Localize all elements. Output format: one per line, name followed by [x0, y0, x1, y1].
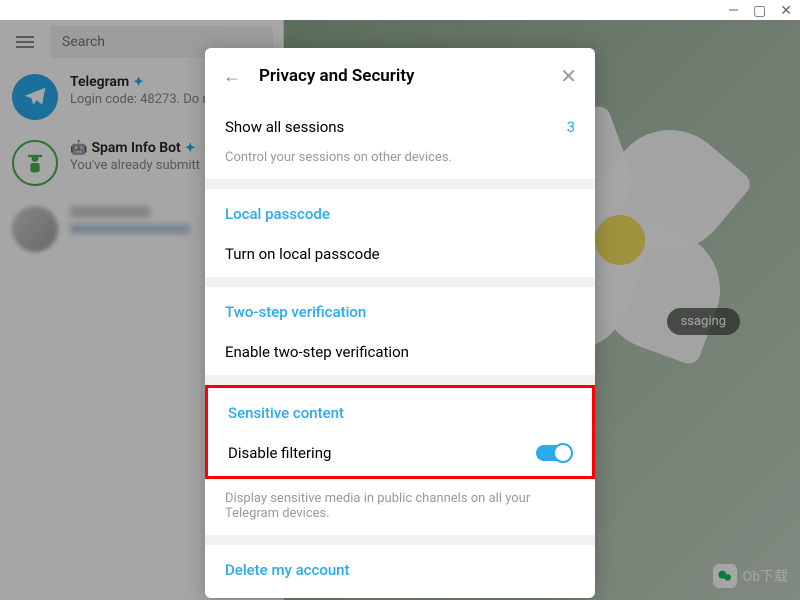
modal-header: ← Privacy and Security ✕	[205, 48, 595, 104]
twostep-heading: Two-step verification	[205, 287, 595, 329]
close-modal-button[interactable]: ✕	[560, 64, 577, 88]
window-controls: — ▢ ✕	[728, 3, 792, 19]
twostep-action: Enable two-step verification	[225, 343, 409, 361]
close-window-button[interactable]: ✕	[780, 3, 792, 19]
sessions-label: Show all sessions	[225, 118, 344, 136]
twostep-row[interactable]: Enable two-step verification	[205, 329, 595, 375]
maximize-button[interactable]: ▢	[753, 3, 766, 19]
sensitive-row[interactable]: Disable filtering	[208, 430, 592, 476]
sensitive-desc: Display sensitive media in public channe…	[205, 479, 595, 535]
sessions-count: 3	[567, 118, 575, 136]
sensitive-content-highlight: Sensitive content Disable filtering	[205, 385, 595, 479]
sessions-desc: Control your sessions on other devices.	[205, 150, 595, 179]
delete-heading[interactable]: Delete my account	[205, 545, 595, 587]
sensitive-action: Disable filtering	[228, 444, 331, 462]
passcode-heading: Local passcode	[205, 189, 595, 231]
modal-body: Show all sessions 3 Control your session…	[205, 104, 595, 587]
toggle-knob	[553, 443, 573, 463]
passcode-action: Turn on local passcode	[225, 245, 380, 263]
passcode-row[interactable]: Turn on local passcode	[205, 231, 595, 277]
minimize-button[interactable]: —	[728, 3, 739, 19]
sensitive-heading: Sensitive content	[208, 388, 592, 430]
sessions-row[interactable]: Show all sessions 3	[205, 104, 595, 150]
filtering-toggle[interactable]	[536, 445, 572, 461]
back-button[interactable]: ←	[223, 66, 241, 87]
modal-title: Privacy and Security	[259, 66, 542, 86]
settings-modal: ← Privacy and Security ✕ Show all sessio…	[205, 48, 595, 598]
